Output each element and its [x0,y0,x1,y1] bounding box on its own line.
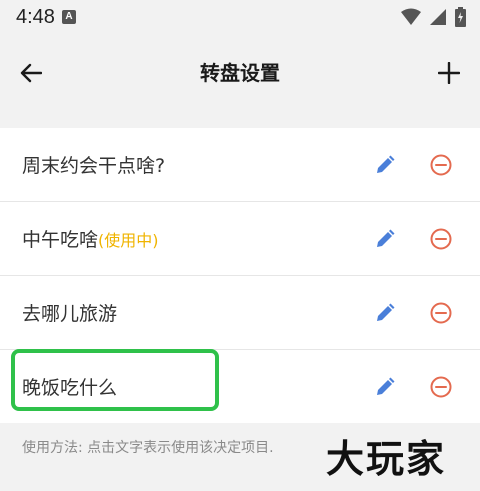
edit-button[interactable] [373,153,397,177]
arrow-left-icon [20,63,42,83]
list-item: 去哪儿旅游 [0,276,480,350]
plus-icon [438,62,460,84]
remove-button[interactable] [429,227,453,251]
remove-button[interactable] [429,375,453,399]
wheel-name-3[interactable]: 去哪儿旅游 [22,299,117,326]
pencil-icon [377,155,395,173]
in-use-tag: (使用中) [98,231,159,250]
page-title: 转盘设置 [200,61,280,85]
wheel-name-2[interactable]: 中午吃啥(使用中) [22,225,159,252]
add-wheel-button[interactable] [432,56,466,90]
remove-button[interactable] [429,301,453,325]
pencil-icon [377,303,395,321]
wheel-list: 周末约会干点啥? 中午吃啥(使用中) 去哪儿旅游 晚饭吃什么 [0,128,480,423]
minus-circle-icon [430,154,452,175]
list-item: 晚饭吃什么 [0,350,480,423]
watermark-logo: 大玩家 [326,436,447,481]
wheel-name-text: 中午吃啥 [22,229,99,251]
minus-circle-icon [430,376,452,397]
edit-button[interactable] [373,301,397,325]
pencil-icon [377,377,395,395]
status-time: 4:48 [16,6,55,28]
app-bar: 转盘设置 [0,34,480,112]
wheel-name-1[interactable]: 周末约会干点啥? [22,151,165,178]
cellular-signal-icon [430,9,446,25]
list-item: 周末约会干点啥? [0,128,480,202]
minus-circle-icon [430,302,452,323]
wifi-icon [401,8,421,25]
edit-button[interactable] [373,227,397,251]
battery-icon [455,7,466,27]
minus-circle-icon [430,228,452,249]
wheel-name-4[interactable]: 晚饭吃什么 [22,373,117,400]
wheel-name-text: 去哪儿旅游 [22,303,118,325]
usage-hint: 使用方法: 点击文字表示使用该决定项目. [22,440,274,456]
wheel-name-text: 周末约会干点啥? [22,155,166,177]
list-item: 中午吃啥(使用中) [0,202,480,276]
status-icons [401,7,466,27]
remove-button[interactable] [429,153,453,177]
notification-icon: A [62,10,76,24]
back-button[interactable] [14,56,48,90]
status-bar: 4:48 A [0,0,480,34]
pencil-icon [377,229,395,247]
wheel-name-text: 晚饭吃什么 [22,377,118,399]
edit-button[interactable] [373,375,397,399]
